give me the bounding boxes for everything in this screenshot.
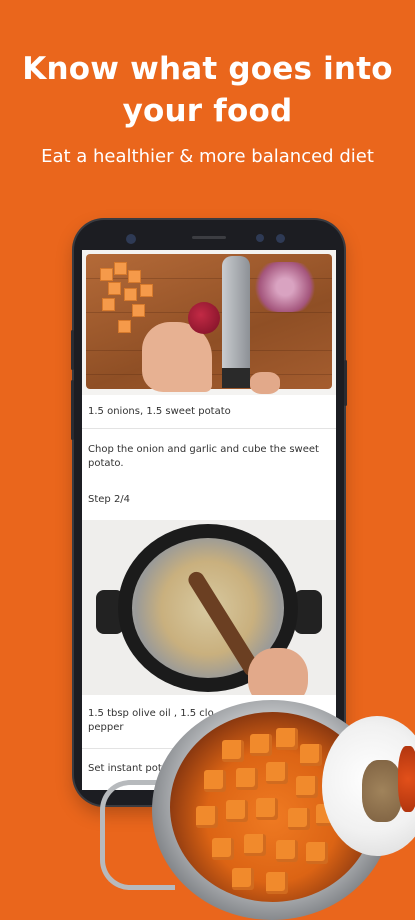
volume-button: [71, 330, 74, 370]
sweet-potato-cube: [114, 262, 127, 275]
sweet-potato-chunk: [236, 768, 258, 790]
knife: [222, 256, 250, 384]
sweet-potato-cube: [102, 298, 115, 311]
step-label: Step 2/4: [88, 494, 131, 505]
sweet-potato-chunk: [276, 840, 298, 862]
step-1-ingredients: 1.5 onions, 1.5 sweet potato: [88, 406, 231, 417]
pot-handle: [294, 590, 322, 634]
headline-line-1: Know what goes into: [22, 51, 393, 87]
sweet-potato-chunk: [266, 762, 288, 784]
step-2-photo: [82, 520, 336, 695]
sweet-potato-chunk: [300, 744, 322, 766]
power-button: [344, 360, 347, 406]
sweet-potato-chunk: [226, 800, 248, 822]
sweet-potato-chunk: [256, 798, 278, 820]
divider: [82, 428, 336, 429]
promo-subheadline: Eat a healthier & more balanced diet: [41, 146, 374, 167]
sweet-potato-chunk: [212, 838, 234, 860]
earpiece-speaker: [192, 236, 226, 239]
sweet-potato-chunk: [306, 842, 328, 864]
phone-sensors: [74, 230, 344, 248]
sweet-potato-cube: [140, 284, 153, 297]
promo-headline: Know what goes into your food: [0, 48, 415, 132]
sweet-potato-chunk: [288, 808, 310, 830]
sweet-potato-cube: [132, 304, 145, 317]
sweet-potato-chunk: [222, 740, 244, 762]
sweet-potato-cube: [100, 268, 113, 281]
sweet-potato-chunk: [276, 728, 298, 750]
step-1-instruction: Chop the onion and garlic and cube the s…: [88, 444, 319, 469]
sweet-potato-chunk: [296, 776, 318, 798]
hand: [248, 648, 308, 695]
ground-spice: [362, 760, 402, 822]
diced-onion: [250, 262, 320, 312]
sweet-potato-chunk: [196, 806, 218, 828]
step-1-photo: [82, 250, 336, 395]
sweet-potato-chunk: [244, 834, 266, 856]
step-2-ingredients-line-1: 1.5 tbsp olive oil , 1.5 clo: [88, 708, 214, 719]
front-camera-icon: [126, 234, 136, 244]
sweet-potato-cube: [128, 270, 141, 283]
headline-line-2: your food: [122, 93, 293, 129]
sweet-potato-chunk: [250, 734, 272, 756]
step-2-instruction: Set instant pot: [88, 763, 162, 774]
sweet-potato-cube: [108, 282, 121, 295]
sweet-potato-cube: [124, 288, 137, 301]
paprika: [398, 746, 415, 812]
sweet-potato-chunk: [232, 868, 254, 890]
knife-handle: [222, 368, 250, 388]
iris-scanner-icon: [276, 234, 285, 243]
sensor-icon: [256, 234, 264, 242]
sweet-potato-chunk: [204, 770, 226, 792]
sweet-potato-cube: [118, 320, 131, 333]
bixby-button: [71, 380, 74, 440]
hand: [250, 372, 280, 394]
sweet-potato-chunk: [266, 872, 288, 894]
red-onion: [188, 302, 220, 334]
